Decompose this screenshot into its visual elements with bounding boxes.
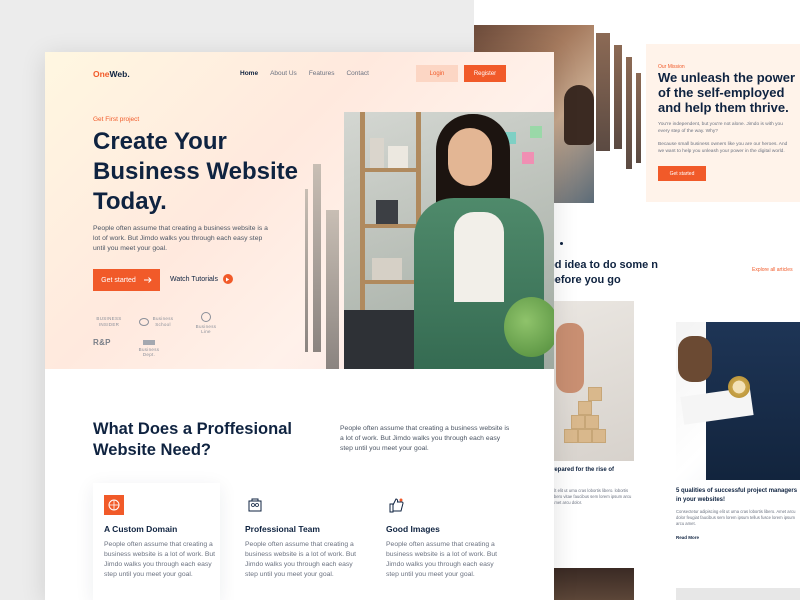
mission-title: We unleash the power of the self-employe…	[658, 70, 796, 115]
get-started-button[interactable]: Get started	[93, 269, 160, 291]
watch-photo	[676, 322, 800, 480]
business-school-label: Business School	[152, 316, 174, 327]
arm-shape	[678, 336, 712, 382]
feature-card-title: Professional Team	[245, 524, 320, 534]
blocks-photo	[552, 301, 634, 461]
business-dept-label: Business Dept.	[138, 346, 160, 358]
hero-title: Create Your Business Website Today.	[93, 128, 298, 215]
feature-card-title: A Custom Domain	[104, 524, 178, 534]
partner-logo-business-insider: BUSINESS INSIDER	[96, 316, 122, 327]
article-text-2: Consectetur adipiscing elit ut urna cras…	[676, 509, 796, 526]
feature-card-images[interactable]: Good Images People often assume that cre…	[375, 483, 502, 600]
nav-about[interactable]: About Us	[270, 70, 297, 77]
register-button[interactable]: Register	[464, 65, 506, 82]
mission-get-started-button[interactable]: Get started	[658, 166, 706, 181]
section-dot	[560, 242, 563, 245]
logo[interactable]: OneWeb.	[93, 69, 130, 79]
watch-shape	[728, 376, 750, 398]
watch-tutorials-button[interactable]: Watch Tutorials	[170, 274, 233, 284]
hero-section: OneWeb. Home About Us Features Contact L…	[45, 52, 554, 369]
main-nav: Home About Us Features Contact	[240, 70, 369, 77]
business-dept-mark	[143, 340, 155, 345]
nav-home[interactable]: Home	[240, 70, 258, 77]
business-school-mark	[139, 317, 149, 326]
features-title: What Does a Proffesional Website Need?	[93, 420, 292, 459]
partner-logo-business-line: Business Line	[195, 312, 217, 335]
article-photo-4	[676, 588, 800, 600]
hero-eyebrow: Get First project	[93, 116, 140, 123]
hero-description: People often assume that creating a busi…	[93, 225, 268, 252]
photo-person	[564, 85, 594, 145]
watch-tutorials-label: Watch Tutorials	[170, 275, 218, 283]
team-icon	[245, 495, 265, 515]
article-title-2[interactable]: 5 qualities of successful project manage…	[676, 487, 800, 505]
mission-text-1: You're independent, but you're not alone…	[658, 122, 783, 134]
feature-card-text: People often assume that creating a busi…	[104, 541, 216, 578]
features-description: People often assume that creating a busi…	[340, 425, 510, 452]
play-icon	[222, 274, 233, 284]
plant	[504, 297, 554, 357]
partner-logo-business-dept: Business Dept.	[133, 340, 165, 358]
partner-logo-rp: R&P	[93, 338, 111, 347]
feature-card-team[interactable]: Professional Team People often assume th…	[234, 483, 361, 600]
business-line-mark	[201, 312, 211, 322]
read-more-link[interactable]: Read More	[676, 535, 699, 540]
images-icon	[386, 495, 406, 515]
get-started-label: Get started	[101, 276, 136, 284]
business-line-label: Business Line	[195, 323, 217, 335]
woman-face	[448, 128, 492, 186]
landing-page: OneWeb. Home About Us Features Contact L…	[45, 52, 554, 600]
article-title-1[interactable]: repared for the rise of	[552, 467, 614, 473]
nav-contact[interactable]: Contact	[346, 70, 368, 77]
hand-shape	[556, 323, 584, 393]
login-button[interactable]: Login	[416, 65, 458, 82]
feature-card-title: Good Images	[386, 524, 440, 534]
hero-photo	[344, 112, 554, 369]
laptop	[344, 310, 414, 369]
feature-card-domain[interactable]: A Custom Domain People often assume that…	[93, 483, 220, 600]
arrow-right-icon	[143, 277, 152, 283]
logo-web: Web.	[109, 69, 130, 79]
article-photo-3	[552, 568, 634, 600]
woman-top	[454, 212, 504, 302]
article-text-1: alt elit ut urna cras lobortis libero. l…	[552, 488, 632, 505]
feature-card-text: People often assume that creating a busi…	[386, 541, 498, 578]
mission-text-2: Because small business owners like you a…	[658, 142, 788, 154]
explore-articles-link[interactable]: Explore all articles	[752, 267, 793, 273]
nav-features[interactable]: Features	[309, 70, 335, 77]
feature-card-text: People often assume that creating a busi…	[245, 541, 357, 578]
logo-one: One	[93, 69, 110, 79]
blog-heading: od idea to do some n before you go	[548, 259, 659, 286]
domain-icon	[104, 495, 124, 515]
partner-logo-business-school: Business School	[139, 316, 175, 327]
